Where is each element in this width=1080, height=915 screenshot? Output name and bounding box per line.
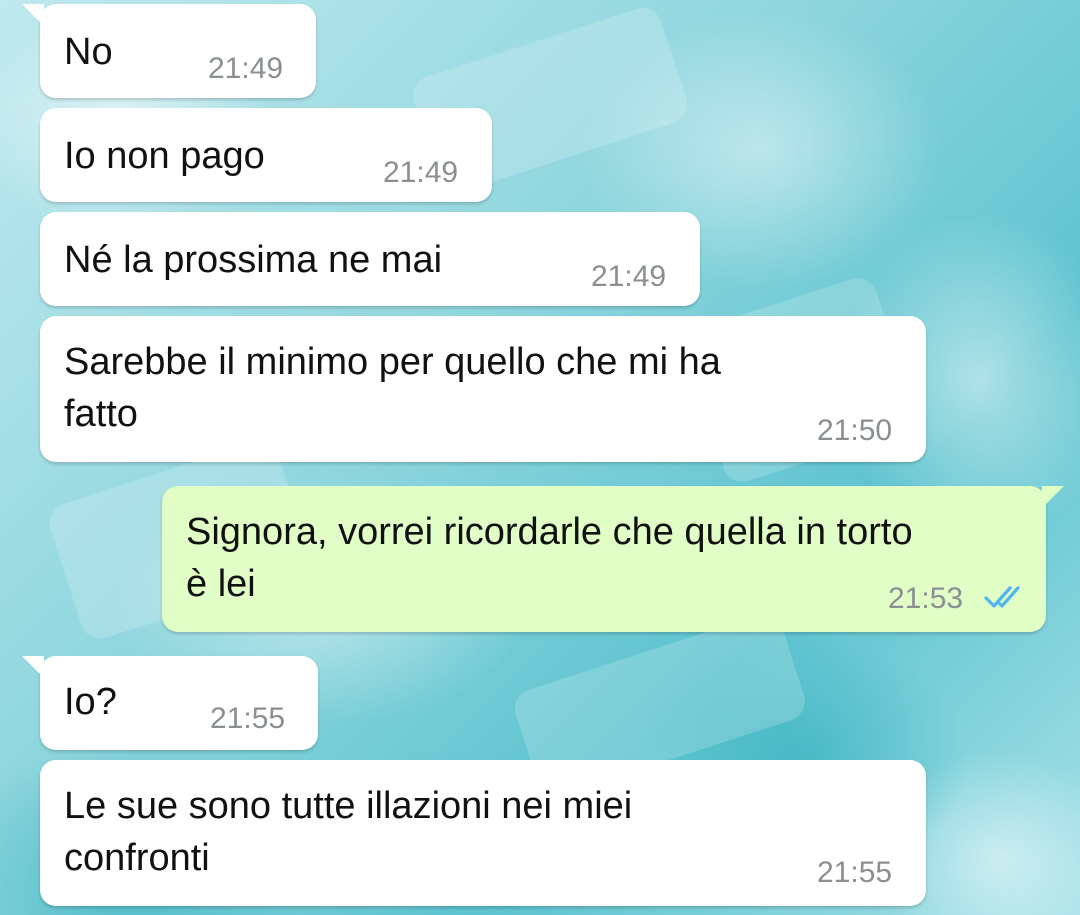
message-text: Né la prossima ne mai <box>64 239 443 281</box>
outgoing-message[interactable]: Signora, vorrei ricordarle che quella in… <box>162 486 1064 632</box>
message-timestamp: 21:49 <box>591 260 667 293</box>
message-timestamp: 21:49 <box>383 156 459 189</box>
message-text: Io? <box>64 681 117 723</box>
double-check-read-icon <box>984 586 1020 608</box>
incoming-message[interactable]: Le sue sono tutte illazioni nei miei con… <box>40 760 926 906</box>
message-timestamp: 21:53 <box>888 582 964 615</box>
incoming-message[interactable]: Io non pago 21:49 <box>40 108 492 202</box>
message-text: No <box>64 31 113 73</box>
bubble-tail <box>1042 486 1064 508</box>
message-text: Sarebbe il minimo per quello che mi ha f… <box>64 341 721 435</box>
message-timestamp: 21:55 <box>210 702 286 735</box>
message-timestamp: 21:55 <box>817 856 893 889</box>
message-timestamp: 21:49 <box>208 52 284 85</box>
incoming-message[interactable]: Sarebbe il minimo per quello che mi ha f… <box>40 316 926 462</box>
message-text: Io non pago <box>64 135 265 177</box>
incoming-message[interactable]: Né la prossima ne mai 21:49 <box>40 212 700 306</box>
message-text: Le sue sono tutte illazioni nei miei con… <box>64 785 633 879</box>
incoming-message[interactable]: No 21:49 <box>22 4 316 98</box>
message-timestamp: 21:50 <box>817 414 893 447</box>
message-text: Signora, vorrei ricordarle che quella in… <box>186 511 913 605</box>
bubble-tail <box>22 4 44 26</box>
bubble-tail <box>22 656 44 678</box>
incoming-message[interactable]: Io? 21:55 <box>22 656 318 750</box>
